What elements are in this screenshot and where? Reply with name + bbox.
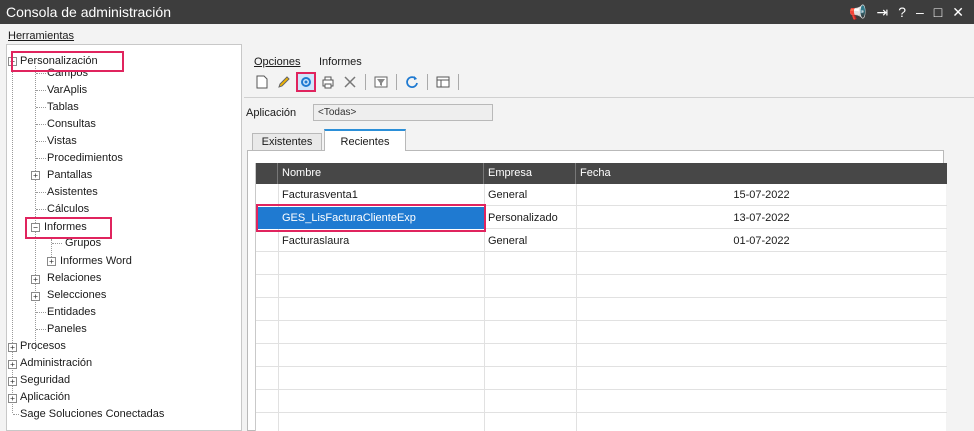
toolbar — [252, 72, 462, 92]
menu-opciones[interactable]: Opciones — [254, 56, 300, 68]
divider — [244, 97, 974, 98]
title-bar: Consola de administración 📢 ⇥ ? – □ ✕ — [0, 0, 974, 24]
tree-item-consultas[interactable]: Consultas — [47, 117, 96, 132]
tree-item-selecciones[interactable]: Selecciones — [47, 288, 106, 303]
navigation-tree: − Personalización Campos VarAplis Tablas… — [6, 44, 242, 431]
print-icon[interactable] — [318, 72, 338, 92]
cell-empresa: General — [488, 189, 528, 201]
tree-item-procesos[interactable]: Procesos — [20, 339, 66, 354]
maximize-icon[interactable]: □ — [934, 4, 942, 20]
pin-icon[interactable]: ⇥ — [876, 4, 888, 21]
expand-icon[interactable]: + — [8, 343, 17, 352]
aplicacion-label: Aplicación — [246, 107, 297, 119]
expand-icon[interactable]: + — [47, 257, 56, 266]
expand-icon[interactable]: + — [8, 377, 17, 386]
tree-item-relaciones[interactable]: Relaciones — [47, 271, 101, 286]
menu-herramientas[interactable]: Herramientas — [8, 30, 74, 42]
empty-row — [256, 391, 947, 413]
tree-item-seguridad[interactable]: Seguridad — [20, 373, 70, 388]
tree-item-tablas[interactable]: Tablas — [47, 100, 79, 115]
main-panel: Opciones Informes Aplicación <Todas> Exi… — [244, 44, 974, 431]
tree-item-administracion[interactable]: Administración — [20, 356, 92, 371]
close-icon[interactable]: ✕ — [952, 4, 964, 21]
tree-item-calculos[interactable]: Cálculos — [47, 202, 89, 217]
highlight-box — [256, 204, 486, 232]
expand-icon[interactable]: + — [31, 292, 40, 301]
tree-item-aplicacion[interactable]: Aplicación — [20, 390, 70, 405]
tree-item-informes-word[interactable]: Informes Word — [60, 254, 132, 269]
tree-item-procedimientos[interactable]: Procedimientos — [47, 151, 123, 166]
toolbar-separator — [458, 74, 459, 90]
cell-nombre: Facturaslaura — [282, 235, 350, 247]
cell-empresa: Personalizado — [488, 212, 558, 224]
minimize-icon[interactable]: – — [916, 4, 924, 20]
cell-fecha: 13-07-2022 — [733, 212, 790, 224]
new-document-icon[interactable] — [252, 72, 272, 92]
delete-icon[interactable] — [340, 72, 360, 92]
empty-row — [256, 276, 947, 298]
tab-recientes[interactable]: Recientes — [324, 129, 406, 151]
refresh-icon[interactable] — [402, 72, 422, 92]
cell-fecha: 15-07-2022 — [733, 189, 790, 201]
header-nombre[interactable]: Nombre — [278, 163, 484, 184]
header-empresa[interactable]: Empresa — [484, 163, 576, 184]
empty-row — [256, 322, 947, 344]
tree-item-entidades[interactable]: Entidades — [47, 305, 96, 320]
design-report-icon[interactable] — [296, 72, 316, 92]
row-selector-header — [256, 163, 278, 184]
tree-item-paneles[interactable]: Paneles — [47, 322, 87, 337]
tree-connector — [51, 239, 52, 259]
highlight-box — [11, 51, 124, 72]
tree-item-asistentes[interactable]: Asistentes — [47, 185, 98, 200]
empty-row — [256, 253, 947, 275]
filter-icon[interactable] — [371, 72, 391, 92]
aplicacion-field[interactable]: <Todas> — [313, 104, 493, 121]
tree-item-vistas[interactable]: Vistas — [47, 134, 77, 149]
empty-row — [256, 414, 947, 431]
megaphone-icon[interactable]: 📢 — [849, 4, 866, 21]
edit-pencil-icon[interactable] — [274, 72, 294, 92]
tree-item-varaplis[interactable]: VarAplis — [47, 83, 87, 98]
toolbar-separator — [365, 74, 366, 90]
table-row[interactable]: Facturaslaura General 01-07-2022 — [256, 230, 947, 252]
table-row[interactable]: Facturasventa1 General 15-07-2022 — [256, 184, 947, 206]
expand-icon[interactable]: + — [31, 275, 40, 284]
reports-grid: Nombre Empresa Fecha Facturasventa1 Gene… — [255, 163, 947, 431]
expand-icon[interactable]: + — [8, 394, 17, 403]
highlight-box — [25, 217, 112, 239]
tree-item-pantallas[interactable]: Pantallas — [47, 168, 92, 183]
header-fecha[interactable]: Fecha — [576, 163, 947, 184]
cell-fecha: 01-07-2022 — [733, 235, 790, 247]
window-controls: 📢 ⇥ ? – □ ✕ — [849, 4, 974, 21]
toolbar-separator — [396, 74, 397, 90]
cell-empresa: General — [488, 235, 528, 247]
empty-row — [256, 368, 947, 390]
cell-nombre: Facturasventa1 — [282, 189, 358, 201]
toolbar-separator — [427, 74, 428, 90]
tab-existentes[interactable]: Existentes — [252, 133, 322, 151]
recientes-panel: Nombre Empresa Fecha Facturasventa1 Gene… — [247, 150, 947, 431]
grid-view-icon[interactable] — [433, 72, 453, 92]
menu-informes[interactable]: Informes — [319, 56, 362, 68]
grid-header: Nombre Empresa Fecha — [256, 163, 947, 184]
empty-row — [256, 345, 947, 367]
expand-icon[interactable]: + — [31, 171, 40, 180]
menu-bar: Herramientas — [0, 24, 974, 44]
expand-icon[interactable]: + — [8, 360, 17, 369]
window-title: Consola de administración — [6, 4, 171, 20]
help-icon[interactable]: ? — [898, 4, 906, 20]
table-row[interactable]: GES_LisFacturaClienteExp Personalizado 1… — [256, 204, 947, 232]
empty-row — [256, 299, 947, 321]
tree-item-sage[interactable]: Sage Soluciones Conectadas — [20, 407, 164, 422]
